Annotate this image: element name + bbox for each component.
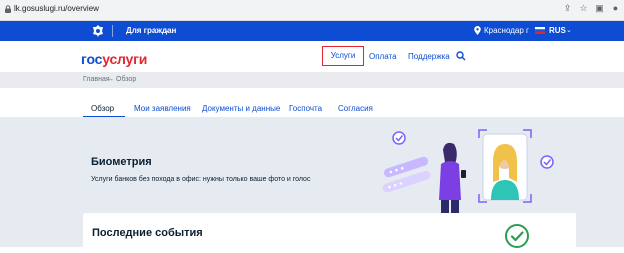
breadcrumb-home[interactable]: Главная <box>83 76 110 83</box>
tab-consents[interactable]: Согласия <box>338 104 373 113</box>
tab-overview[interactable]: Обзор <box>91 104 114 113</box>
nav-services-link[interactable]: Услуги <box>322 46 364 66</box>
check-circle-icon <box>505 224 529 248</box>
chevron-down-icon[interactable]: ⌄ <box>566 26 572 34</box>
breadcrumb-arrow-icon: → <box>107 76 114 83</box>
breadcrumb-current: Обзор <box>116 76 137 83</box>
chevron-down-icon[interactable]: ⌄ <box>164 26 170 34</box>
star-icon[interactable]: ☆ <box>579 4 588 13</box>
nav-payment-link[interactable]: Оплата <box>369 52 397 61</box>
location-link[interactable]: Краснодар г <box>484 26 529 35</box>
lock-icon <box>5 5 11 13</box>
share-icon[interactable]: ⇪ <box>563 4 572 13</box>
extensions-icon[interactable]: ▣ <box>595 4 604 13</box>
url-text[interactable]: lk.gosuslugi.ru/overview <box>14 4 99 13</box>
russian-flag-icon <box>535 27 545 34</box>
coat-of-arms-icon[interactable] <box>91 24 105 38</box>
topbar-divider <box>112 25 113 37</box>
top-bar: Для граждан ⌄ Краснодар г RUS ⌄ <box>0 21 624 41</box>
nav-support-link[interactable]: Поддержка <box>408 52 450 61</box>
search-icon[interactable] <box>456 51 466 61</box>
language-select[interactable]: RUS <box>549 26 566 35</box>
tab-my-applications[interactable]: Мои заявления <box>134 104 191 113</box>
tab-documents[interactable]: Документы и данные <box>202 104 280 113</box>
status-card <box>462 213 576 253</box>
site-header: госуслуги Услуги Оплата Поддержка <box>0 41 624 73</box>
biometrics-title[interactable]: Биометрия <box>91 156 152 168</box>
recent-events-title: Последние события <box>92 227 203 239</box>
gosuslugi-logo[interactable]: госуслуги <box>81 51 147 67</box>
logo-part-gos: гос <box>81 51 103 67</box>
main-content: Биометрия Услуги банков без похода в офи… <box>0 117 624 253</box>
biometrics-subtitle: Услуги банков без похода в офис: нужны т… <box>91 176 311 183</box>
logo-part-uslugi: услуги <box>102 51 148 67</box>
breadcrumb: Главная → Обзор <box>0 72 624 88</box>
tab-bar: Обзор Мои заявления Документы и данные Г… <box>0 100 624 118</box>
tab-gospochta[interactable]: Госпочта <box>289 104 322 113</box>
profile-icon[interactable]: ● <box>611 4 620 13</box>
location-pin-icon <box>474 26 481 35</box>
browser-address-bar[interactable]: lk.gosuslugi.ru/overview ⇪ ☆ ▣ ● <box>0 0 624 21</box>
biometrics-illustration <box>382 129 554 222</box>
